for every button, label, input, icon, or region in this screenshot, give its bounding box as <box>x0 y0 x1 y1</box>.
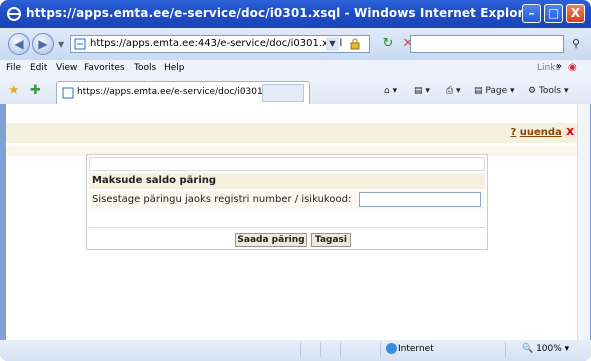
submit-query-button[interactable]: Saada päring <box>235 233 307 247</box>
help-link[interactable]: ? <box>510 127 516 138</box>
zoom-level[interactable]: 🔍 100% ▾ <box>522 344 569 354</box>
top-links: ? uuenda X <box>510 127 575 138</box>
top-band: ? uuenda X <box>6 123 583 143</box>
refresh-link[interactable]: uuenda <box>520 127 562 138</box>
favorites-star-icon[interactable]: ★ <box>8 83 20 98</box>
refresh-icon[interactable]: ↻ <box>378 34 398 54</box>
tools-menu-label: Tools <box>538 86 562 96</box>
feeds-icon[interactable]: ▤ ▾ <box>414 86 430 96</box>
tab-label: https://apps.emta.ee/e-service/doc/i0301… <box>77 87 284 97</box>
form-title: Maksude saldo päring <box>89 173 485 189</box>
addon-icon[interactable]: ◉ <box>568 62 577 73</box>
print-icon[interactable]: ⎙ ▾ <box>446 86 461 96</box>
address-dropdown-icon[interactable]: ▼ <box>326 37 339 51</box>
search-icon[interactable]: ⚲ <box>566 35 586 53</box>
status-separator <box>505 342 506 357</box>
minimize-button[interactable]: – <box>522 4 541 23</box>
ie-logo-icon <box>7 7 21 21</box>
status-bar: Internet 🔍 100% ▾ <box>0 340 591 361</box>
tools-menu[interactable]: ⚙ Tools ▾ <box>528 86 569 96</box>
back-button-form[interactable]: Tagasi <box>311 233 351 247</box>
forward-button[interactable]: ▶ <box>32 33 54 55</box>
security-zone: Internet <box>398 344 434 354</box>
close-button[interactable]: X <box>566 4 585 23</box>
menu-edit[interactable]: Edit <box>30 63 47 73</box>
add-favorite-icon[interactable]: ✚ <box>30 83 41 98</box>
chevron-icon[interactable]: » <box>556 61 562 72</box>
status-separator <box>340 342 341 357</box>
page-icon <box>74 38 86 50</box>
browser-window: https://apps.emta.ee/e-service/doc/i0301… <box>0 0 591 361</box>
menu-tools[interactable]: Tools <box>134 63 156 73</box>
history-dropdown-icon[interactable]: ▼ <box>58 40 64 49</box>
tab-bar: ★ ✚ https://apps.emta.ee/e-service/doc/i… <box>0 78 591 104</box>
new-tab-button[interactable] <box>262 84 304 102</box>
form-header-row <box>89 157 485 171</box>
menu-file[interactable]: File <box>6 63 21 73</box>
menu-favorites[interactable]: Favorites <box>84 63 125 73</box>
address-bar[interactable]: https://apps.emta.ee:443/e-service/doc/i… <box>70 35 370 53</box>
page-menu[interactable]: ▤ Page ▾ <box>474 86 515 96</box>
page-menu-label: Page <box>485 86 508 96</box>
maximize-button[interactable]: □ <box>544 4 563 23</box>
status-separator <box>320 342 321 357</box>
form-button-bar: Saada päring Tagasi <box>89 227 485 250</box>
close-page-icon[interactable]: X <box>565 127 575 138</box>
zoom-value: 100% <box>536 344 562 354</box>
lock-icon[interactable] <box>349 38 361 50</box>
internet-globe-icon <box>386 343 397 354</box>
window-title: https://apps.emta.ee/e-service/doc/i0301… <box>26 6 538 20</box>
status-separator <box>380 342 381 357</box>
address-toolbar: ◀ ▶ ▼ https://apps.emta.ee:443/e-service… <box>0 28 591 60</box>
search-input[interactable] <box>410 35 564 53</box>
menu-view[interactable]: View <box>56 63 77 73</box>
home-icon[interactable]: ⌂ ▾ <box>384 86 397 96</box>
back-button[interactable]: ◀ <box>8 33 30 55</box>
menu-bar: File Edit View Favorites Tools Help Link… <box>0 60 591 78</box>
menu-help[interactable]: Help <box>164 63 185 73</box>
title-bar: https://apps.emta.ee/e-service/doc/i0301… <box>0 0 591 28</box>
vertical-scrollbar[interactable] <box>577 104 590 340</box>
page-icon <box>62 87 74 99</box>
address-url[interactable]: https://apps.emta.ee:443/e-service/doc/i… <box>90 36 342 52</box>
status-separator <box>300 342 301 357</box>
registry-code-input[interactable] <box>359 192 481 207</box>
query-form: Maksude saldo päring Sisestage päringu j… <box>86 154 488 250</box>
